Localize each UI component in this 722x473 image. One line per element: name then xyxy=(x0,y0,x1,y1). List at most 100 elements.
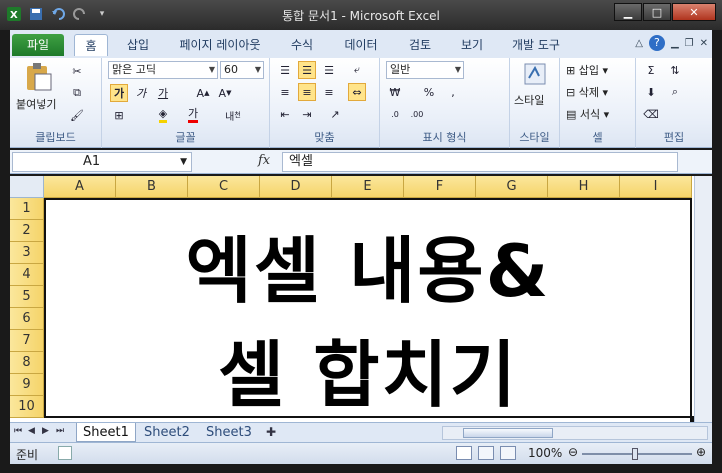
row-header-3[interactable]: 3 xyxy=(10,242,44,264)
row-header-2[interactable]: 2 xyxy=(10,220,44,242)
find-select-icon[interactable]: ⌕ xyxy=(666,83,684,101)
tab-insert[interactable]: 삽입 xyxy=(118,34,158,56)
row-header-4[interactable]: 4 xyxy=(10,264,44,286)
row-header-7[interactable]: 7 xyxy=(10,330,44,352)
row-header-5[interactable]: 5 xyxy=(10,286,44,308)
workbook-restore-icon[interactable]: ❐ xyxy=(685,38,694,49)
tab-formulas[interactable]: 수식 xyxy=(282,34,322,56)
tab-developer[interactable]: 개발 도구 xyxy=(504,34,568,56)
tab-home[interactable]: 홈 xyxy=(74,34,108,56)
column-header-f[interactable]: F xyxy=(404,176,476,198)
sheet-tab-1[interactable]: Sheet1 xyxy=(76,423,136,442)
percent-icon[interactable]: % xyxy=(420,83,438,101)
worksheet-grid[interactable]: ABCDEFGHI 1 2 3 4 5 6 7 8 9 10 엑셀 내용& 셀 합치기 xyxy=(10,176,712,422)
zoom-out-icon[interactable]: ⊖ xyxy=(568,445,578,459)
bottom-align-icon[interactable]: ☰ xyxy=(320,61,338,79)
close-button[interactable]: ✕ xyxy=(672,3,716,21)
increase-indent-icon[interactable]: ⇥ xyxy=(298,105,316,123)
cut-icon[interactable]: ✂ xyxy=(68,62,86,80)
merge-center-icon[interactable]: ⇔ xyxy=(348,83,366,101)
sheet-tab-3[interactable]: Sheet3 xyxy=(200,423,258,442)
vertical-scrollbar[interactable] xyxy=(694,176,712,422)
autosum-icon[interactable]: Σ xyxy=(642,61,660,79)
row-header-6[interactable]: 6 xyxy=(10,308,44,330)
maximize-button[interactable]: □ xyxy=(643,3,671,21)
format-painter-icon[interactable]: 🖌 xyxy=(68,106,86,124)
tab-view[interactable]: 보기 xyxy=(452,34,492,56)
paste-button[interactable]: 붙여넣기 xyxy=(16,62,60,112)
fill-color-icon[interactable]: ◈ xyxy=(154,106,172,124)
column-header-e[interactable]: E xyxy=(332,176,404,198)
align-center-icon[interactable]: ≡ xyxy=(298,83,316,101)
column-header-c[interactable]: C xyxy=(188,176,260,198)
column-header-h[interactable]: H xyxy=(548,176,620,198)
font-size-combo[interactable]: 60 ▼ xyxy=(220,61,264,79)
comma-style-icon[interactable]: , xyxy=(444,83,462,101)
decrease-font-icon[interactable]: A ▼ xyxy=(216,84,234,102)
align-left-icon[interactable]: ≡ xyxy=(276,83,294,101)
increase-decimal-icon[interactable]: .0 xyxy=(386,105,404,123)
column-header-a[interactable]: A xyxy=(44,176,116,198)
help-icon[interactable]: ? xyxy=(648,35,665,51)
tab-file[interactable]: 파일 xyxy=(12,34,64,56)
minimize-button[interactable]: ▁ xyxy=(614,3,642,21)
underline-button[interactable]: 가 xyxy=(154,84,172,102)
font-color-icon[interactable]: 가 xyxy=(184,106,202,124)
delete-cells-button[interactable]: ⊟ 삭제 ▾ xyxy=(566,84,608,100)
tab-review[interactable]: 검토 xyxy=(400,34,440,56)
select-all-corner[interactable] xyxy=(10,176,44,198)
number-format-combo[interactable]: 일반 ▼ xyxy=(386,61,464,79)
name-box[interactable]: A1 ▼ xyxy=(12,152,192,172)
row-header-8[interactable]: 8 xyxy=(10,352,44,374)
italic-button[interactable]: 가 xyxy=(132,84,150,102)
middle-align-icon[interactable]: ☰ xyxy=(298,61,316,79)
font-name-combo[interactable]: 맑은 고딕 ▼ xyxy=(108,61,218,79)
orientation-icon[interactable]: ↗ xyxy=(326,105,344,123)
new-sheet-icon[interactable]: ✚ xyxy=(266,425,276,439)
column-header-g[interactable]: G xyxy=(476,176,548,198)
zoom-in-icon[interactable]: ⊕ xyxy=(696,445,706,459)
page-layout-view-icon[interactable] xyxy=(478,446,494,460)
row-header-1[interactable]: 1 xyxy=(10,198,44,220)
sort-filter-icon[interactable]: ⇅ xyxy=(666,61,684,79)
next-sheet-icon[interactable]: ▶ xyxy=(42,426,49,436)
border-icon[interactable]: ⊞ xyxy=(110,106,128,124)
insert-cells-button[interactable]: ⊞ 삽입 ▾ xyxy=(566,62,608,78)
normal-view-icon[interactable] xyxy=(456,446,472,460)
tab-page-layout[interactable]: 페이지 레이아웃 xyxy=(170,34,270,56)
sheet-tab-2[interactable]: Sheet2 xyxy=(138,423,196,442)
wrap-text-icon[interactable]: ⤶ xyxy=(348,61,366,79)
copy-icon[interactable]: ⧉ xyxy=(68,84,86,102)
formula-input[interactable]: 엑셀 xyxy=(282,152,678,172)
align-right-icon[interactable]: ≡ xyxy=(320,83,338,101)
horizontal-scrollbar[interactable] xyxy=(442,426,708,440)
tab-data[interactable]: 데이터 xyxy=(336,34,386,56)
first-sheet-icon[interactable]: ⏮ xyxy=(14,426,22,436)
clear-icon[interactable]: ⌫ xyxy=(642,105,660,123)
column-header-i[interactable]: I xyxy=(620,176,692,198)
bold-button[interactable]: 가 xyxy=(110,84,128,102)
workbook-minimize-icon[interactable]: ▁ xyxy=(671,38,679,49)
decrease-indent-icon[interactable]: ⇤ xyxy=(276,105,294,123)
top-align-icon[interactable]: ☰ xyxy=(276,61,294,79)
format-cells-button[interactable]: ▤ 서식 ▾ xyxy=(566,106,609,122)
styles-button[interactable]: 스타일 xyxy=(514,62,556,107)
increase-font-icon[interactable]: A ▲ xyxy=(194,84,212,102)
zoom-slider-knob[interactable] xyxy=(632,448,638,460)
horizontal-scroll-thumb[interactable] xyxy=(463,428,553,438)
prev-sheet-icon[interactable]: ◀ xyxy=(28,426,35,436)
decrease-decimal-icon[interactable]: .00 xyxy=(408,105,426,123)
last-sheet-icon[interactable]: ⏭ xyxy=(56,426,64,436)
column-header-b[interactable]: B xyxy=(116,176,188,198)
minimize-ribbon-icon[interactable]: △ xyxy=(635,38,643,49)
page-break-view-icon[interactable] xyxy=(500,446,516,460)
workbook-close-icon[interactable]: ✕ xyxy=(700,38,708,49)
insert-function-icon[interactable]: fx xyxy=(258,153,270,168)
macro-record-icon[interactable] xyxy=(58,446,72,460)
row-header-9[interactable]: 9 xyxy=(10,374,44,396)
fill-icon[interactable]: ⬇ xyxy=(642,83,660,101)
row-header-10[interactable]: 10 xyxy=(10,396,44,418)
zoom-level[interactable]: 100% xyxy=(528,446,562,460)
merged-cell-a1[interactable]: 엑셀 내용& 셀 합치기 xyxy=(44,198,692,418)
column-header-d[interactable]: D xyxy=(260,176,332,198)
